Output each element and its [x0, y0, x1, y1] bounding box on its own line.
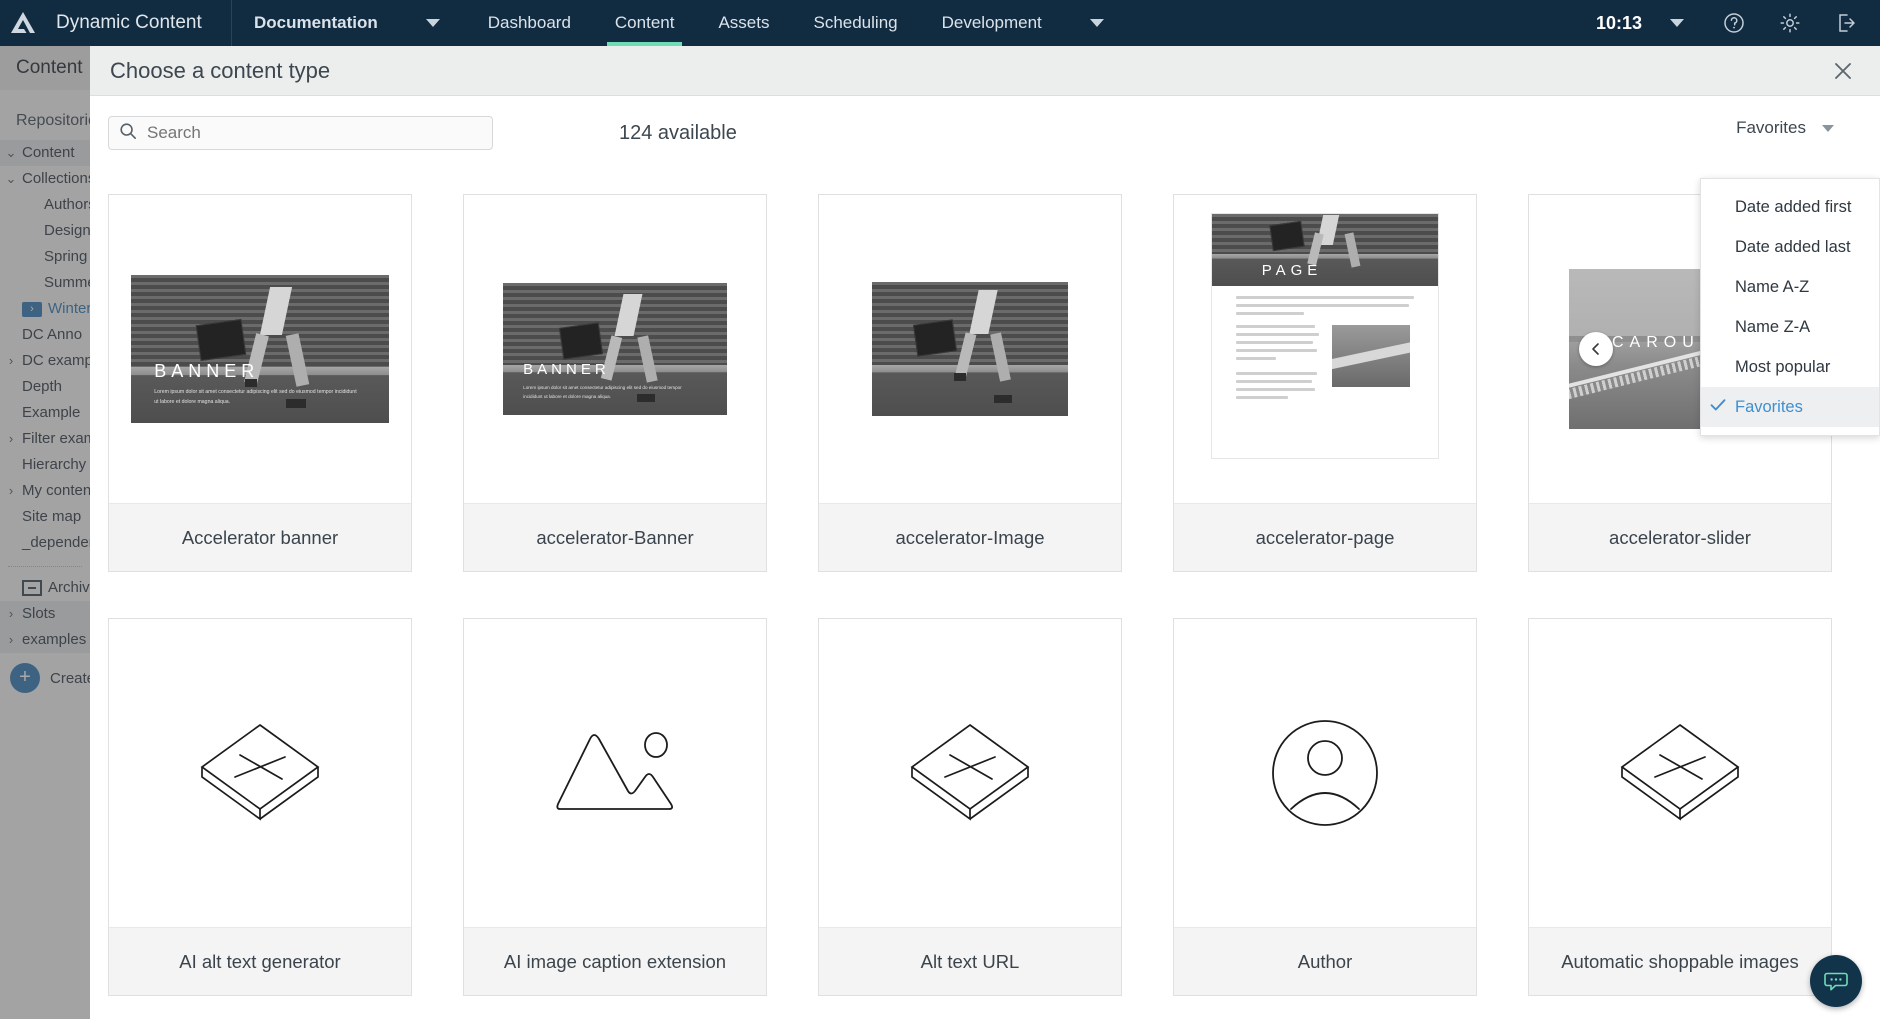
card-preview	[1174, 619, 1476, 927]
close-icon[interactable]	[1828, 56, 1858, 86]
search-input[interactable]	[147, 123, 477, 143]
content-type-card[interactable]: Author	[1173, 618, 1477, 996]
content-type-card[interactable]: accelerator-Image	[818, 194, 1122, 572]
card-preview	[1529, 619, 1831, 927]
chevron-down-icon[interactable]	[425, 19, 440, 27]
content-type-card[interactable]: Automatic shoppable images	[1528, 618, 1832, 996]
menu-item-date-added-first[interactable]: Date added first	[1701, 187, 1879, 227]
card-preview: BANNER Lorem ipsum dolor sit amet consec…	[109, 195, 411, 503]
help-circle-icon[interactable]	[1722, 11, 1746, 35]
card-preview	[464, 619, 766, 927]
sign-out-icon[interactable]	[1834, 11, 1858, 35]
card-label: accelerator-Image	[819, 503, 1121, 571]
nav-item-assets[interactable]: Assets	[696, 0, 791, 46]
menu-item-name-z-a[interactable]: Name Z-A	[1701, 307, 1879, 347]
modal-header: Choose a content type	[90, 46, 1880, 96]
banner-body-text: Lorem ipsum dolor sit amet consectetur a…	[523, 385, 682, 400]
card-label: Alt text URL	[819, 927, 1121, 995]
content-type-card[interactable]: AI alt text generator	[108, 618, 412, 996]
content-type-card[interactable]: AI image caption extension	[463, 618, 767, 996]
brand-title: Dynamic Content	[56, 12, 202, 33]
menu-item-label: Name A-Z	[1735, 277, 1810, 296]
chevron-left-icon[interactable]	[1579, 332, 1613, 366]
nav-item-documentation[interactable]: Documentation	[232, 0, 400, 46]
page-preview: PAGE	[1211, 213, 1439, 459]
card-label: accelerator-slider	[1529, 503, 1831, 571]
check-icon	[1701, 397, 1735, 417]
chevron-down-icon[interactable]	[1089, 19, 1104, 27]
chevron-down-icon[interactable]	[1670, 19, 1684, 27]
banner-preview-image: BANNER Lorem ipsum dolor sit amet consec…	[131, 275, 389, 423]
nav-item-dashboard[interactable]: Dashboard	[466, 0, 593, 46]
gear-icon[interactable]	[1778, 11, 1802, 35]
person-avatar-icon	[1272, 720, 1378, 826]
page-hero-text: PAGE	[1261, 261, 1323, 279]
banner-preview-image: BANNER Lorem ipsum dolor sit amet consec…	[503, 283, 727, 415]
content-type-grid: BANNER Lorem ipsum dolor sit amet consec…	[90, 170, 1880, 1019]
card-preview: PAGE	[1174, 195, 1476, 503]
card-label: Automatic shoppable images	[1529, 927, 1831, 995]
sort-selected-label: Favorites	[1736, 118, 1806, 137]
card-label: AI alt text generator	[109, 927, 411, 995]
menu-item-label: Name Z-A	[1735, 317, 1811, 336]
content-type-placeholder-icon	[200, 723, 320, 821]
menu-item-most-popular[interactable]: Most popular	[1701, 347, 1879, 387]
content-type-card[interactable]: PAGE accelerator-page	[1173, 194, 1477, 572]
card-preview	[109, 619, 411, 927]
clock-time: 10:13	[1595, 12, 1642, 33]
sort-dropdown-menu: Date added first Date added last Name A-…	[1700, 178, 1880, 436]
content-type-placeholder-icon	[910, 723, 1030, 821]
search-input-wrapper[interactable]	[108, 116, 493, 150]
content-type-card[interactable]: BANNER Lorem ipsum dolor sit amet consec…	[108, 194, 412, 572]
menu-item-label: Favorites	[1735, 397, 1803, 416]
chat-bubble-icon[interactable]	[1810, 955, 1862, 1007]
menu-item-favorites[interactable]: Favorites	[1701, 387, 1879, 427]
top-navigation-bar: Dynamic Content Documentation Dashboard …	[0, 0, 1880, 46]
nav-item-content[interactable]: Content	[593, 0, 697, 46]
available-count: 124 available	[619, 121, 737, 144]
menu-item-name-a-z[interactable]: Name A-Z	[1701, 267, 1879, 307]
choose-content-type-modal: Choose a content type 124 available Favo…	[90, 46, 1880, 1019]
menu-item-date-added-last[interactable]: Date added last	[1701, 227, 1879, 267]
content-type-placeholder-icon	[1620, 723, 1740, 821]
image-placeholder-icon	[556, 732, 674, 810]
card-label: Author	[1174, 927, 1476, 995]
search-icon	[119, 122, 137, 145]
modal-toolbar: 124 available Favorites	[90, 96, 1880, 170]
card-label: accelerator-page	[1174, 503, 1476, 571]
sort-dropdown-trigger[interactable]: Favorites	[1736, 118, 1834, 138]
card-label: AI image caption extension	[464, 927, 766, 995]
menu-item-label: Most popular	[1735, 357, 1831, 376]
content-type-card[interactable]: BANNER Lorem ipsum dolor sit amet consec…	[463, 194, 767, 572]
nav-item-development[interactable]: Development	[920, 0, 1064, 46]
card-row: BANNER Lorem ipsum dolor sit amet consec…	[108, 194, 1880, 572]
card-label: accelerator-Banner	[464, 503, 766, 571]
card-preview	[819, 619, 1121, 927]
chevron-down-icon	[1822, 124, 1834, 132]
content-type-card[interactable]: Alt text URL	[818, 618, 1122, 996]
card-preview	[819, 195, 1121, 503]
modal-title: Choose a content type	[110, 57, 331, 83]
image-preview	[872, 282, 1068, 416]
banner-body-text: Lorem ipsum dolor sit amet consectetur a…	[154, 389, 357, 406]
card-label: Accelerator banner	[109, 503, 411, 571]
card-preview: BANNER Lorem ipsum dolor sit amet consec…	[464, 195, 766, 503]
card-row: AI alt text generator AI image caption e…	[108, 618, 1880, 996]
menu-item-label: Date added first	[1735, 197, 1852, 216]
menu-item-label: Date added last	[1735, 237, 1851, 256]
nav-item-scheduling[interactable]: Scheduling	[791, 0, 919, 46]
amplience-logo-icon[interactable]	[0, 11, 46, 35]
banner-hero-text: BANNER	[523, 361, 610, 379]
banner-hero-text: BANNER	[154, 360, 260, 381]
